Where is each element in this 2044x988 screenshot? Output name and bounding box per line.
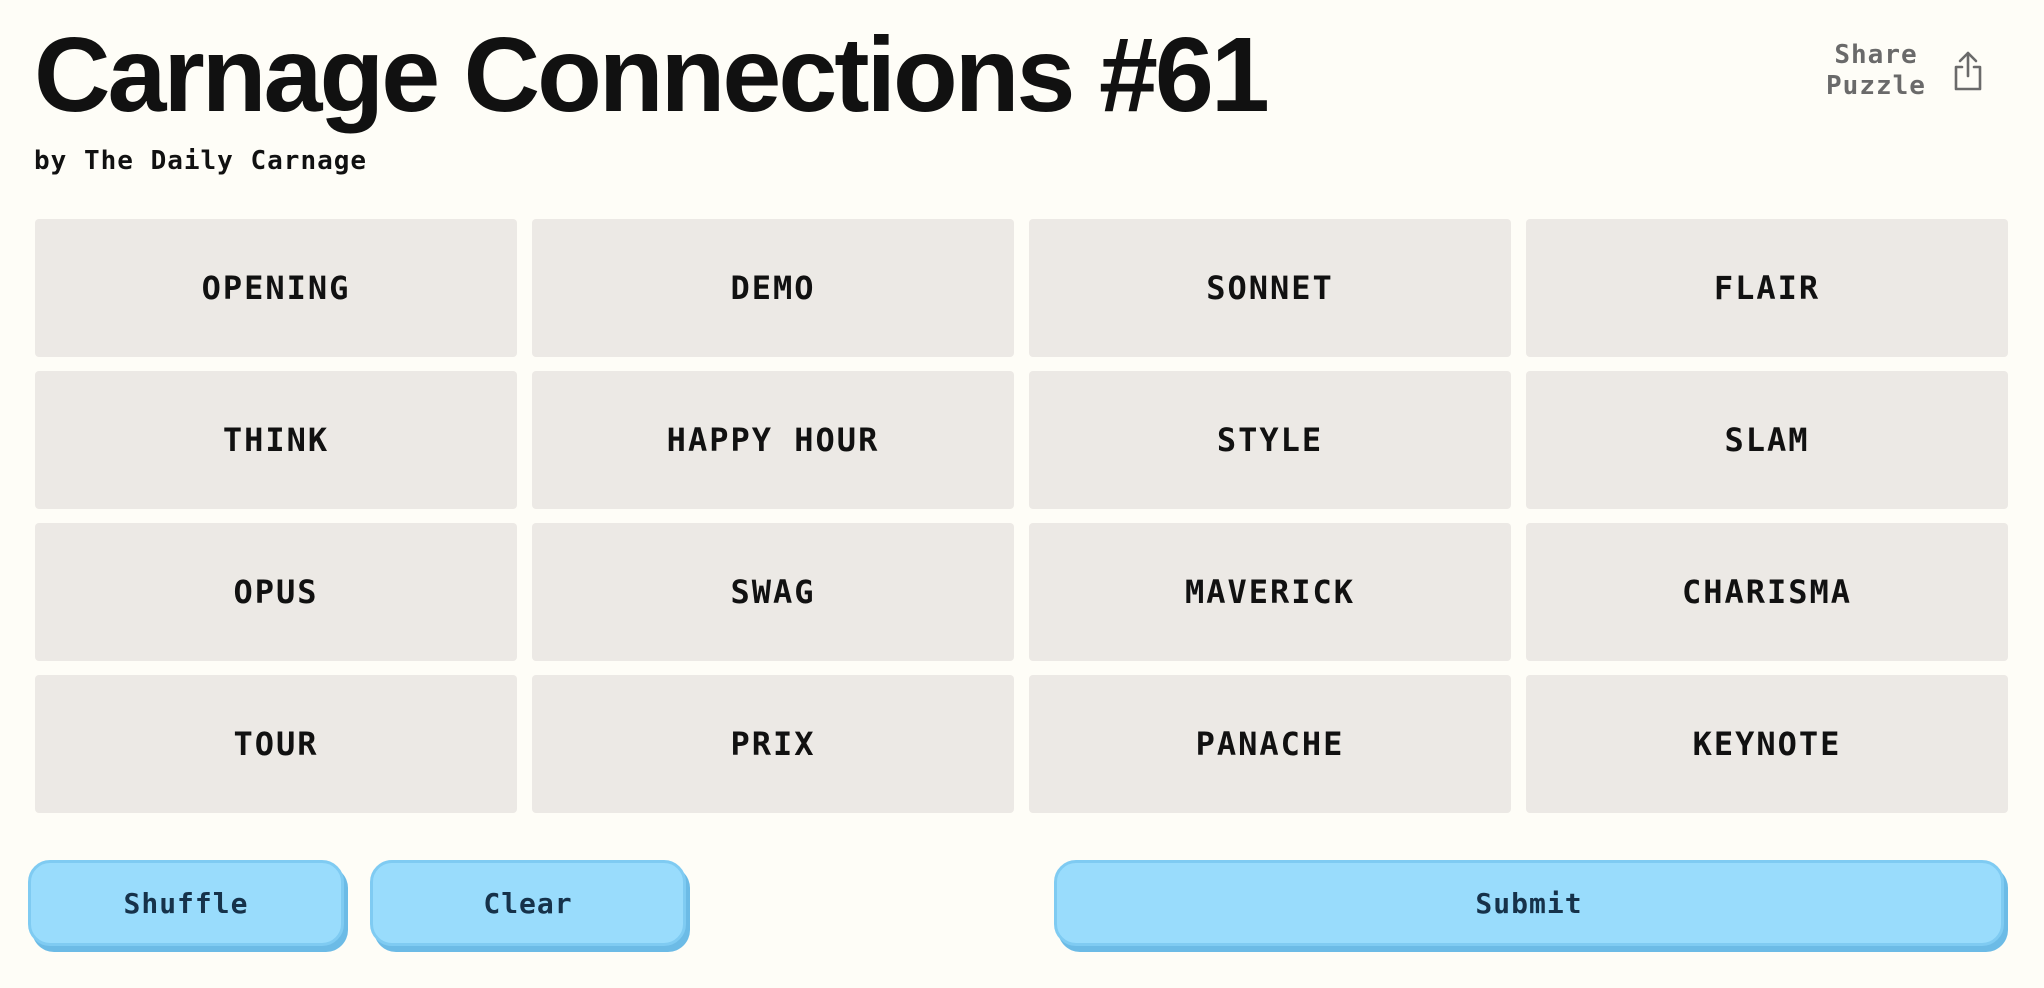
word-tile[interactable]: FLAIR <box>1526 219 2008 357</box>
word-tile[interactable]: KEYNOTE <box>1526 675 2008 813</box>
share-puzzle-button[interactable]: Share Puzzle <box>1822 40 1984 102</box>
word-tile[interactable]: CHARISMA <box>1526 523 2008 661</box>
word-tile[interactable]: MAVERICK <box>1029 523 1511 661</box>
word-tile[interactable]: TOUR <box>35 675 517 813</box>
word-tile[interactable]: STYLE <box>1029 371 1511 509</box>
word-tile[interactable]: HAPPY HOUR <box>532 371 1014 509</box>
word-tile[interactable]: DEMO <box>532 219 1014 357</box>
word-tile[interactable]: PANACHE <box>1029 675 1511 813</box>
word-tile[interactable]: SLAM <box>1526 371 2008 509</box>
word-tile[interactable]: OPENING <box>35 219 517 357</box>
word-tile[interactable]: SONNET <box>1029 219 1511 357</box>
clear-button[interactable]: Clear <box>370 860 686 946</box>
shuffle-button[interactable]: Shuffle <box>28 860 344 946</box>
submit-button[interactable]: Submit <box>1054 860 2004 946</box>
share-puzzle-label: Share Puzzle <box>1826 40 1926 101</box>
word-tile[interactable]: PRIX <box>532 675 1014 813</box>
byline: by The Daily Carnage <box>34 146 368 176</box>
word-tile[interactable]: SWAG <box>532 523 1014 661</box>
word-tile[interactable]: OPUS <box>35 523 517 661</box>
share-icon <box>1952 50 1984 92</box>
word-grid: OPENING DEMO SONNET FLAIR THINK HAPPY HO… <box>35 219 2008 813</box>
page-title: Carnage Connections #61 <box>34 16 1270 134</box>
word-tile[interactable]: THINK <box>35 371 517 509</box>
